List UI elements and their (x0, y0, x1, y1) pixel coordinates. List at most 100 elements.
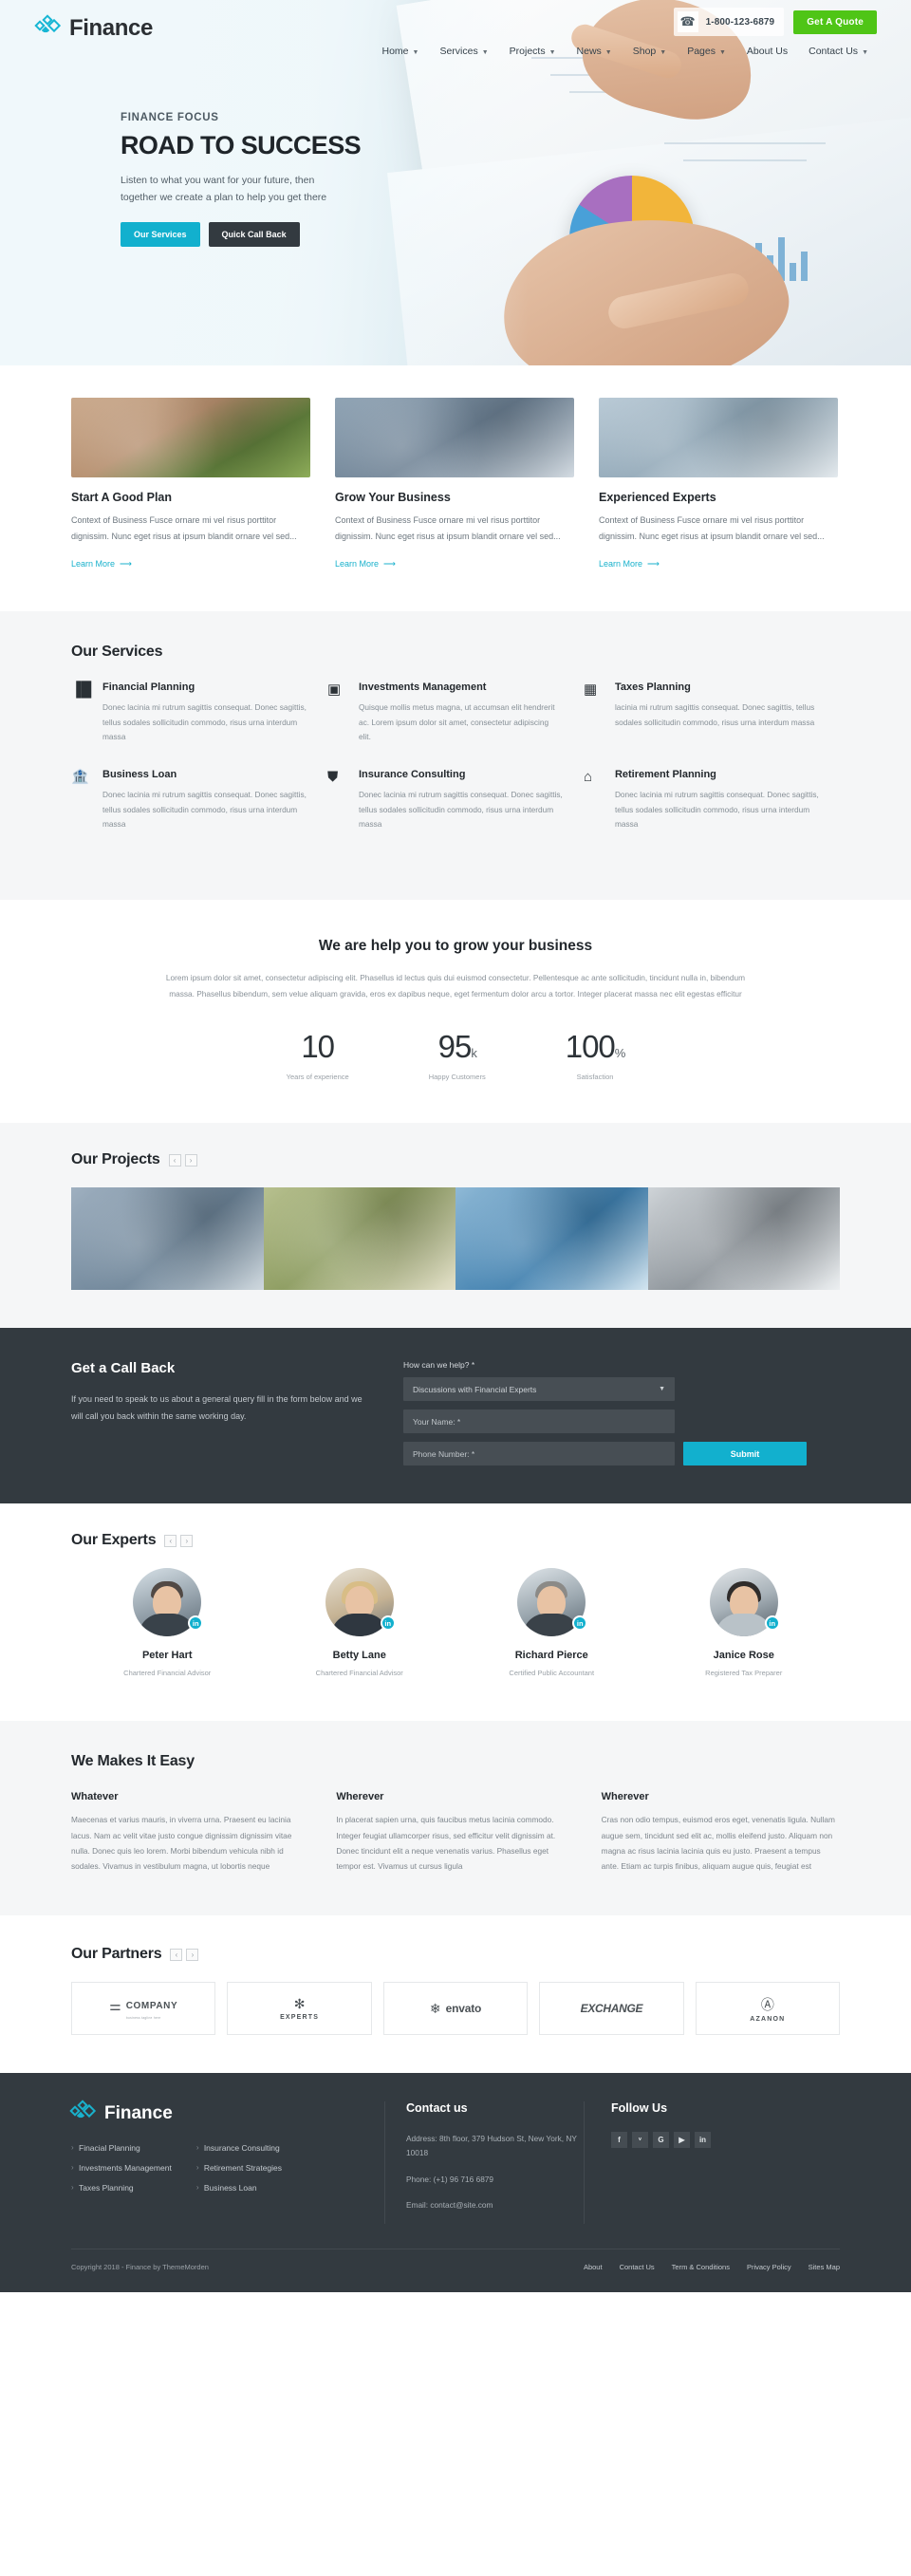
service-item[interactable]: ▦ Taxes Planning lacinia mi rutrum sagit… (584, 681, 840, 744)
project-card[interactable] (647, 1187, 840, 1291)
footer-link[interactable]: Insurance Consulting (196, 2143, 282, 2153)
linkedin-icon[interactable]: in (764, 1615, 780, 1632)
partner-logo-azanon[interactable]: Ⓐ AZANON (695, 1982, 841, 2036)
expert-card[interactable]: in Janice Rose Registered Tax Preparer (648, 1568, 841, 1677)
linkedin-icon[interactable]: in (188, 1615, 204, 1632)
nav-item-home[interactable]: Home ▼ (372, 40, 430, 63)
nav-item-about-us[interactable]: About Us (736, 40, 798, 63)
brand-name: Finance (69, 15, 153, 41)
help-topic-select[interactable]: Discussions with Financial Experts ▼ (403, 1377, 675, 1402)
header-phone-number: 1-800-123-6879 (705, 16, 775, 28)
linkedin-icon[interactable]: in (380, 1615, 396, 1632)
footer-bottom-link-privacy[interactable]: Privacy Policy (747, 2263, 791, 2271)
footer-bottom-link-sites-map[interactable]: Sites Map (809, 2263, 840, 2271)
learn-more-label: Learn More (599, 559, 643, 569)
expert-card[interactable]: in Betty Lane Chartered Financial Adviso… (264, 1568, 456, 1677)
contact-us-heading: Contact us (406, 2101, 468, 2116)
carousel-next-icon[interactable]: › (184, 1153, 197, 1167)
footer-link[interactable]: Finacial Planning (71, 2143, 172, 2153)
feature-card[interactable]: Experienced Experts Context of Business … (599, 398, 838, 571)
partner-logo-envato[interactable]: ❄ envato (382, 1982, 529, 2036)
project-card[interactable] (263, 1187, 456, 1291)
feature-description: Context of Business Fusce ornare mi vel … (599, 515, 825, 541)
grow-title: We are help you to grow your business (318, 938, 593, 955)
your-name-input[interactable] (403, 1409, 675, 1434)
google-plus-icon[interactable]: G (653, 2132, 669, 2149)
footer-logo[interactable]: Finance (69, 2100, 384, 2126)
linkedin-icon[interactable]: in (572, 1615, 588, 1632)
stat-value: 10 (301, 1029, 335, 1065)
service-item[interactable]: ⌂ Retirement Planning Donec lacinia mi r… (584, 769, 840, 831)
nav-item-pages[interactable]: Pages ▼ (677, 40, 736, 63)
butterfly-icon: ✻ (293, 1996, 306, 2012)
callback-field-label: How can we help? * (403, 1360, 475, 1371)
site-footer: Finance Finacial Planning Investments Ma… (0, 2073, 911, 2293)
feature-description: Context of Business Fusce ornare mi vel … (335, 515, 561, 541)
header-phone[interactable]: ☎ 1-800-123-6879 (673, 8, 785, 36)
footer-bottom-link-contact-us[interactable]: Contact Us (620, 2263, 655, 2271)
learn-more-link[interactable]: Learn More ⟶ (335, 559, 396, 569)
footer-bottom-link-about[interactable]: About (584, 2263, 603, 2271)
service-name: Insurance Consulting (358, 769, 466, 781)
stat-label: Happy Customers (428, 1073, 486, 1082)
nav-item-projects[interactable]: Projects ▼ (499, 40, 567, 63)
project-card[interactable] (456, 1187, 648, 1291)
footer-link[interactable]: Business Loan (196, 2183, 282, 2193)
youtube-icon[interactable]: ▶ (674, 2132, 690, 2149)
footer-link[interactable]: Investments Management (71, 2163, 172, 2173)
learn-more-link[interactable]: Learn More ⟶ (599, 559, 660, 569)
easy-title: We Makes It Easy (71, 1753, 195, 1770)
carousel-prev-icon[interactable]: ‹ (168, 1153, 181, 1167)
circle-a-icon: Ⓐ (760, 1996, 774, 2012)
partner-logo-exchange[interactable]: EXCHANGE (539, 1982, 684, 2036)
project-card[interactable] (71, 1187, 264, 1291)
stat-unit: k (471, 1046, 476, 1061)
expert-card[interactable]: in Peter Hart Chartered Financial Adviso… (71, 1568, 264, 1677)
partner-logo-company[interactable]: ⚌ COMPANY business tagline here (71, 1982, 216, 2036)
footer-link[interactable]: Taxes Planning (71, 2183, 172, 2193)
service-item[interactable]: ▣ Investments Management Quisque mollis … (327, 681, 584, 744)
learn-more-link[interactable]: Learn More ⟶ (71, 559, 132, 569)
carousel-prev-icon[interactable]: ‹ (164, 1534, 177, 1547)
chevron-down-icon: ▼ (659, 1386, 665, 1393)
diamond-logo-icon (34, 14, 62, 41)
expert-card[interactable]: in Richard Pierce Certified Public Accou… (456, 1568, 648, 1677)
projects-title: Our Projects (71, 1151, 160, 1168)
partner-logo-experts[interactable]: ✻ EXPERTS (227, 1982, 372, 2036)
nav-label: Contact Us (809, 46, 859, 57)
carousel-prev-icon[interactable]: ‹ (170, 1948, 183, 1961)
feature-card[interactable]: Grow Your Business Context of Business F… (335, 398, 574, 571)
footer-link[interactable]: Retirement Strategies (196, 2163, 282, 2173)
quick-call-back-button[interactable]: Quick Call Back (208, 221, 300, 247)
carousel-next-icon[interactable]: › (180, 1534, 194, 1547)
nav-item-shop[interactable]: Shop ▼ (623, 40, 677, 63)
help-topic-value: Discussions with Financial Experts (413, 1384, 537, 1394)
facebook-icon[interactable]: f (611, 2132, 627, 2149)
linkedin-icon[interactable]: in (695, 2132, 711, 2149)
site-logo[interactable]: Finance (34, 14, 153, 42)
service-description: lacinia mi rutrum sagittis consequat. Do… (614, 702, 815, 727)
experts-title: Our Experts (71, 1532, 157, 1549)
feature-card[interactable]: Start A Good Plan Context of Business Fu… (71, 398, 310, 571)
projects-section: Our Projects ‹ › (0, 1123, 911, 1329)
learn-more-label: Learn More (335, 559, 380, 569)
feature-image (71, 398, 310, 477)
submit-button[interactable]: Submit (683, 1442, 807, 1466)
phone-number-input[interactable] (403, 1442, 675, 1466)
carousel-next-icon[interactable]: › (186, 1948, 199, 1961)
nav-item-news[interactable]: News ▼ (567, 40, 623, 63)
footer-email[interactable]: Email: contact@site.com (406, 2198, 584, 2212)
arrow-right-icon: ⟶ (120, 558, 132, 569)
nav-item-contact-us[interactable]: Contact Us ▼ (798, 40, 879, 63)
chevron-down-icon: ▼ (862, 48, 868, 56)
our-services-button[interactable]: Our Services (121, 221, 200, 247)
twitter-icon[interactable]: ᵛ (632, 2132, 648, 2149)
service-item[interactable]: ⛊ Insurance Consulting Donec lacinia mi … (327, 769, 584, 831)
service-item[interactable]: 🏦 Business Loan Donec lacinia mi rutrum … (71, 769, 327, 831)
arrow-right-icon: ⟶ (647, 558, 660, 569)
service-item[interactable]: ▐█ Financial Planning Donec lacinia mi r… (71, 681, 327, 744)
footer-bottom-link-terms[interactable]: Term & Conditions (672, 2263, 730, 2271)
nav-item-services[interactable]: Services ▼ (429, 40, 498, 63)
footer-links-column-2: Insurance Consulting Retirement Strategi… (196, 2143, 282, 2203)
get-a-quote-button[interactable]: Get A Quote (793, 9, 877, 34)
